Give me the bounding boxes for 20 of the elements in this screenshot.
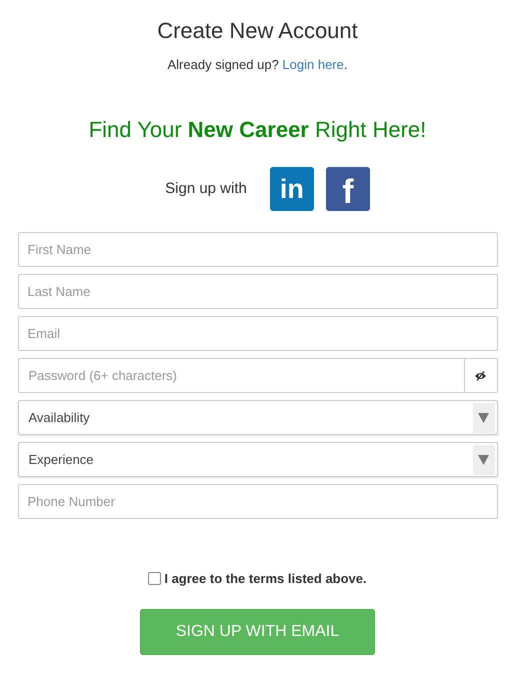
show-password-button[interactable]	[464, 358, 498, 393]
facebook-button[interactable]: f	[326, 167, 370, 211]
login-prompt: Already signed up? Login here.	[168, 56, 348, 74]
input-field[interactable]: First Name	[18, 232, 498, 267]
input-field[interactable]: Last Name	[18, 274, 498, 309]
select-dropdown[interactable]: Experience	[18, 442, 498, 477]
input-field[interactable]: Email	[18, 316, 498, 351]
input-field[interactable]: Phone Number	[18, 484, 498, 519]
password-field[interactable]: Password (6+ characters)	[18, 358, 464, 393]
eye-slash-icon	[474, 370, 487, 380]
linkedin-button[interactable]: in	[270, 167, 314, 211]
caret-down-icon	[478, 454, 489, 464]
page-title: Create New Account	[157, 17, 358, 45]
sign-up-with-label: Sign up with	[165, 180, 247, 196]
select-dropdown[interactable]: Availability	[18, 400, 498, 435]
terms-checkbox[interactable]	[148, 572, 162, 585]
login-link[interactable]: Login here	[282, 57, 344, 72]
terms-label: I agree to the terms listed above.	[164, 571, 367, 586]
headline: Find Your New Career Right Here!	[88, 116, 426, 144]
caret-down-icon	[478, 412, 489, 422]
